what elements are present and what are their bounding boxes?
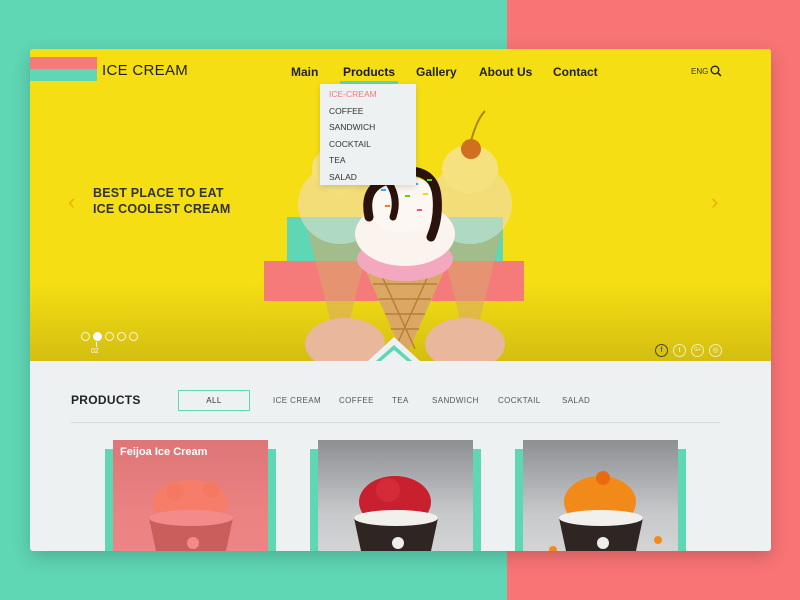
filter-salad[interactable]: SALAD [562,396,590,405]
dropdown-item-salad[interactable]: SALAD [329,172,357,182]
products-heading: PRODUCTS [71,393,141,407]
filter-ice-cream[interactable]: ICE CREAM [273,396,321,405]
products-dropdown: ICE-CREAM COFFEE SANDWICH COCKTAIL TEA S… [320,84,416,185]
hero-banner: ICE CREAM Main Products Gallery About Us… [30,49,771,361]
dropdown-item-ice-cream[interactable]: ICE-CREAM [329,89,377,99]
nav-item-about-us[interactable]: About Us [479,65,532,79]
section-divider [71,422,720,423]
filter-coffee[interactable]: COFFEE [339,396,374,405]
hero-notch-center [381,350,407,361]
dropdown-item-tea[interactable]: TEA [329,155,346,165]
slide-dot-connector [96,342,97,347]
hero-title: BEST PLACE TO EAT ICE COOLEST CREAM [93,186,231,216]
chevron-left-icon[interactable]: ‹ [68,189,75,215]
language-selector[interactable]: ENG [691,67,708,76]
slide-dot-1[interactable] [81,332,90,341]
twitter-icon[interactable]: t [673,344,686,357]
dropdown-item-coffee[interactable]: COFFEE [329,106,363,116]
slide-number: 02 [91,348,99,355]
chevron-right-icon[interactable]: › [711,189,718,215]
slide-dot-5[interactable] [129,332,138,341]
dropdown-item-cocktail[interactable]: COCKTAIL [329,139,371,149]
card-title[interactable]: Feijoa Ice Cream [120,446,207,458]
instagram-icon[interactable]: ◎ [709,344,722,357]
product-card[interactable]: Feijoa Ice Cream [113,440,268,551]
slide-dot-2[interactable] [93,332,102,341]
nav-item-main[interactable]: Main [291,65,318,79]
orange-ice-cream-image [549,471,662,551]
search-icon[interactable] [710,65,722,77]
main-nav: Main Products Gallery About Us Contact [30,64,771,84]
browser-window: ICE CREAM Main Products Gallery About Us… [30,49,771,551]
filter-cocktail[interactable]: COCKTAIL [498,396,541,405]
dropdown-item-sandwich[interactable]: SANDWICH [329,122,375,132]
product-card[interactable] [523,440,678,551]
google-plus-icon[interactable]: G+ [691,344,704,357]
slide-dot-3[interactable] [105,332,114,341]
facebook-icon[interactable]: f [655,344,668,357]
raspberry-ice-cream-image [354,476,438,551]
nav-item-gallery[interactable]: Gallery [416,65,457,79]
filter-sandwich[interactable]: SANDWICH [432,396,479,405]
nav-item-products[interactable]: Products [343,65,395,79]
filter-all[interactable]: ALL [178,390,250,411]
slide-dot-4[interactable] [117,332,126,341]
product-card[interactable] [318,440,473,551]
filter-tea[interactable]: TEA [392,396,409,405]
nav-item-contact[interactable]: Contact [553,65,598,79]
